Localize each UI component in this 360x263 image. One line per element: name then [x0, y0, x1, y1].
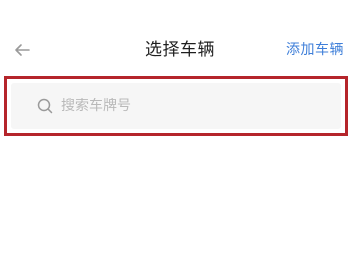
navigation-bar: 选择车辆 添加车辆 [0, 28, 360, 72]
search-highlight-frame [4, 76, 348, 136]
search-input[interactable] [61, 98, 301, 114]
search-icon [35, 96, 55, 116]
select-vehicle-page: 选择车辆 添加车辆 [0, 0, 360, 263]
add-vehicle-button[interactable]: 添加车辆 [286, 36, 344, 64]
search-bar[interactable] [11, 83, 341, 129]
